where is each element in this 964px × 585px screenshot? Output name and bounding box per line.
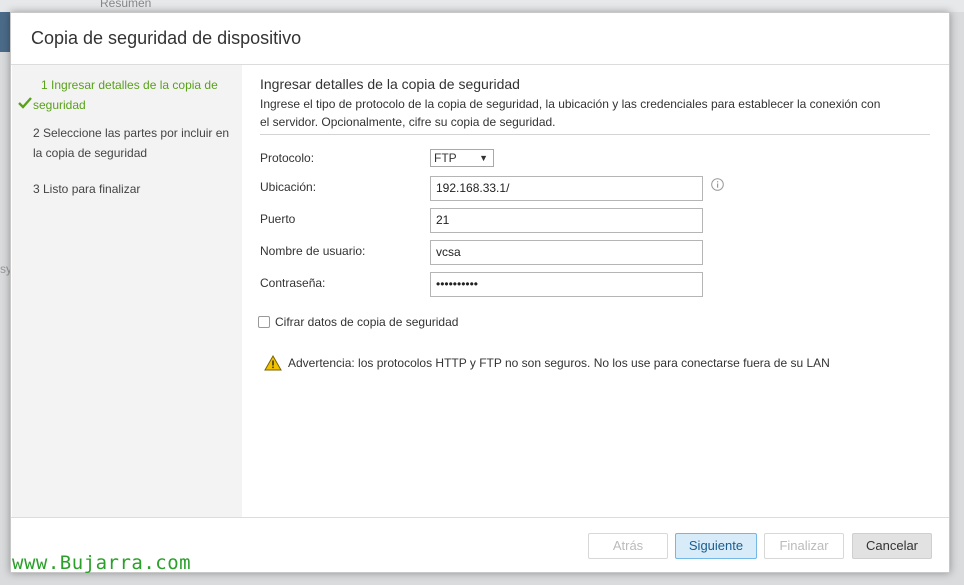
- username-input[interactable]: vcsa: [430, 240, 703, 265]
- dropdown-arrow-icon: ▼: [479, 153, 488, 163]
- password-label: Contraseña:: [260, 276, 326, 290]
- encrypt-checkbox[interactable]: [258, 316, 270, 328]
- wizard-step-2[interactable]: 2 Seleccione las partes por incluir en l…: [33, 123, 233, 163]
- info-icon[interactable]: [711, 178, 724, 191]
- protocol-select[interactable]: FTP ▼: [430, 149, 494, 167]
- dialog-header: Copia de seguridad de dispositivo: [11, 13, 949, 65]
- protocol-select-value: FTP: [434, 151, 457, 165]
- backup-dialog: Copia de seguridad de dispositivo 1 Ingr…: [10, 12, 950, 573]
- location-input[interactable]: 192.168.33.1/: [430, 176, 703, 201]
- wizard-content: Ingresar detalles de la copia de segurid…: [242, 65, 950, 517]
- background-summary-label: Resumen: [100, 0, 152, 10]
- warning-icon: [264, 355, 282, 371]
- finish-button[interactable]: Finalizar: [764, 533, 844, 559]
- background-left-stripe: [0, 12, 10, 52]
- content-divider: [260, 134, 930, 135]
- wizard-step-1-label-line2: seguridad: [33, 98, 86, 112]
- watermark-text: www.Bujarra.com: [12, 552, 192, 574]
- back-button[interactable]: Atrás: [588, 533, 668, 559]
- location-label: Ubicación:: [260, 180, 317, 194]
- next-button[interactable]: Siguiente: [675, 533, 757, 559]
- port-input[interactable]: 21: [430, 208, 703, 233]
- dialog-title: Copia de seguridad de dispositivo: [31, 28, 302, 48]
- wizard-steps-sidebar: 1 Ingresar detalles de la copia de segur…: [12, 65, 242, 517]
- warning-text: Advertencia: los protocolos HTTP y FTP n…: [288, 356, 830, 370]
- content-description: Ingrese el tipo de protocolo de la copia…: [260, 97, 881, 129]
- cancel-button[interactable]: Cancelar: [852, 533, 932, 559]
- background-app-header: Resumen: [0, 0, 964, 12]
- protocol-label: Protocolo:: [260, 151, 315, 165]
- content-title: Ingresar detalles de la copia de segurid…: [260, 76, 520, 92]
- port-label: Puerto: [260, 212, 296, 226]
- wizard-step-3[interactable]: 3 Listo para finalizar: [33, 179, 233, 199]
- encrypt-checkbox-label[interactable]: Cifrar datos de copia de seguridad: [275, 315, 458, 329]
- password-input[interactable]: ••••••••••: [430, 272, 703, 297]
- username-label: Nombre de usuario:: [260, 244, 366, 258]
- wizard-step-1-label-line1: 1 Ingresar detalles de la copia de: [41, 78, 218, 92]
- wizard-step-1[interactable]: 1 Ingresar detalles de la copia de segur…: [18, 75, 228, 115]
- checkmark-icon: [18, 97, 32, 109]
